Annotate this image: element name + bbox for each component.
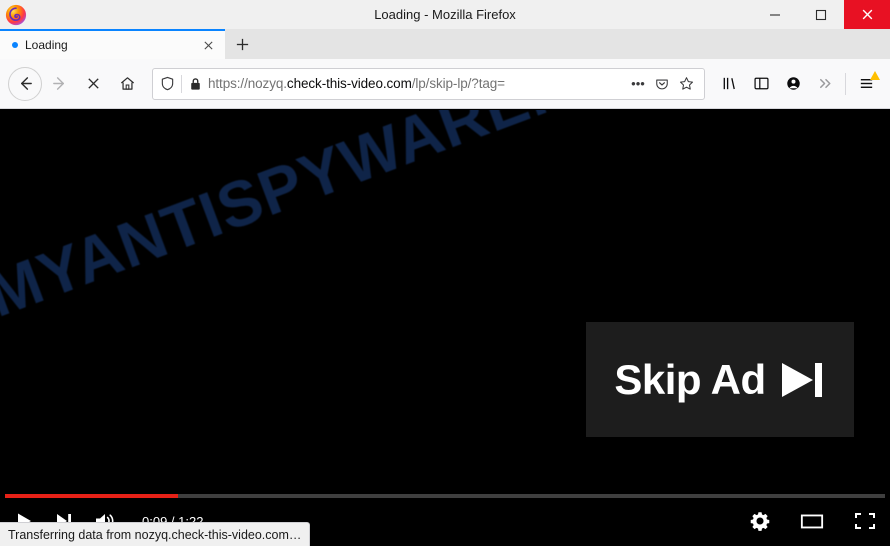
video-progress-bar[interactable] [5, 494, 885, 498]
close-window-button[interactable] [844, 0, 890, 29]
back-button[interactable] [8, 66, 42, 101]
skip-ad-label: Skip Ad [614, 355, 766, 403]
tab-loading[interactable]: Loading [0, 29, 225, 59]
forward-button[interactable] [42, 67, 76, 101]
status-bar: Transferring data from nozyq.check-this-… [0, 522, 311, 546]
site-watermark: MYANTISPYWARE.COM [0, 110, 700, 331]
hamburger-menu-icon[interactable] [850, 68, 882, 100]
minimize-button[interactable] [752, 0, 798, 29]
address-bar[interactable]: https://nozyq.check-this-video.com/lp/sk… [152, 67, 705, 100]
account-sync-icon[interactable] [777, 68, 809, 100]
theater-mode-icon[interactable] [800, 511, 824, 531]
maximize-button[interactable] [798, 0, 844, 29]
tracking-protection-shield-icon[interactable] [153, 76, 181, 91]
sidebar-toggle-icon[interactable] [745, 68, 777, 100]
home-button[interactable] [110, 67, 144, 101]
skip-ad-button[interactable]: Skip Ad [586, 322, 854, 437]
window-controls [752, 0, 890, 29]
new-tab-button[interactable] [225, 29, 259, 59]
tab-loading-indicator-icon [12, 42, 18, 48]
padlock-icon[interactable] [182, 77, 208, 91]
video-player-page: MYANTISPYWARE.COM Skip Ad 0:09 / 1:22 [0, 110, 890, 546]
toolbar-divider [845, 72, 846, 95]
url-text[interactable]: https://nozyq.check-this-video.com/lp/sk… [208, 76, 626, 91]
bookmark-star-icon[interactable] [674, 76, 698, 91]
page-actions-ellipsis-icon[interactable]: ••• [626, 76, 650, 91]
navigation-toolbar: https://nozyq.check-this-video.com/lp/sk… [0, 59, 890, 109]
fullscreen-icon[interactable] [854, 511, 876, 531]
toolbar-right-icons [713, 68, 882, 100]
video-controls-right [720, 511, 876, 531]
tab-strip: Loading [0, 29, 890, 59]
close-tab-button[interactable] [199, 36, 217, 54]
url-path: /lp/skip-lp/?tag= [411, 76, 505, 91]
browser-window: Loading - Mozilla Firefox Loading https:… [0, 0, 890, 546]
stop-loading-button[interactable] [76, 67, 110, 101]
video-progress-fill [5, 494, 179, 498]
menu-warning-badge-icon [870, 70, 880, 80]
title-bar: Loading - Mozilla Firefox [0, 0, 890, 29]
url-subdomain: nozyq. [247, 76, 287, 91]
firefox-logo [5, 4, 27, 26]
pocket-save-icon[interactable] [650, 77, 674, 91]
overflow-chevrons-icon[interactable] [809, 68, 841, 100]
library-icon[interactable] [713, 68, 745, 100]
gear-icon[interactable] [750, 511, 770, 531]
skip-next-icon [780, 360, 826, 400]
tab-label: Loading [25, 38, 68, 52]
url-domain: check-this-video.com [286, 76, 412, 91]
status-bar-text: Transferring data from nozyq.check-this-… [8, 527, 302, 542]
url-scheme: https:// [208, 76, 248, 91]
